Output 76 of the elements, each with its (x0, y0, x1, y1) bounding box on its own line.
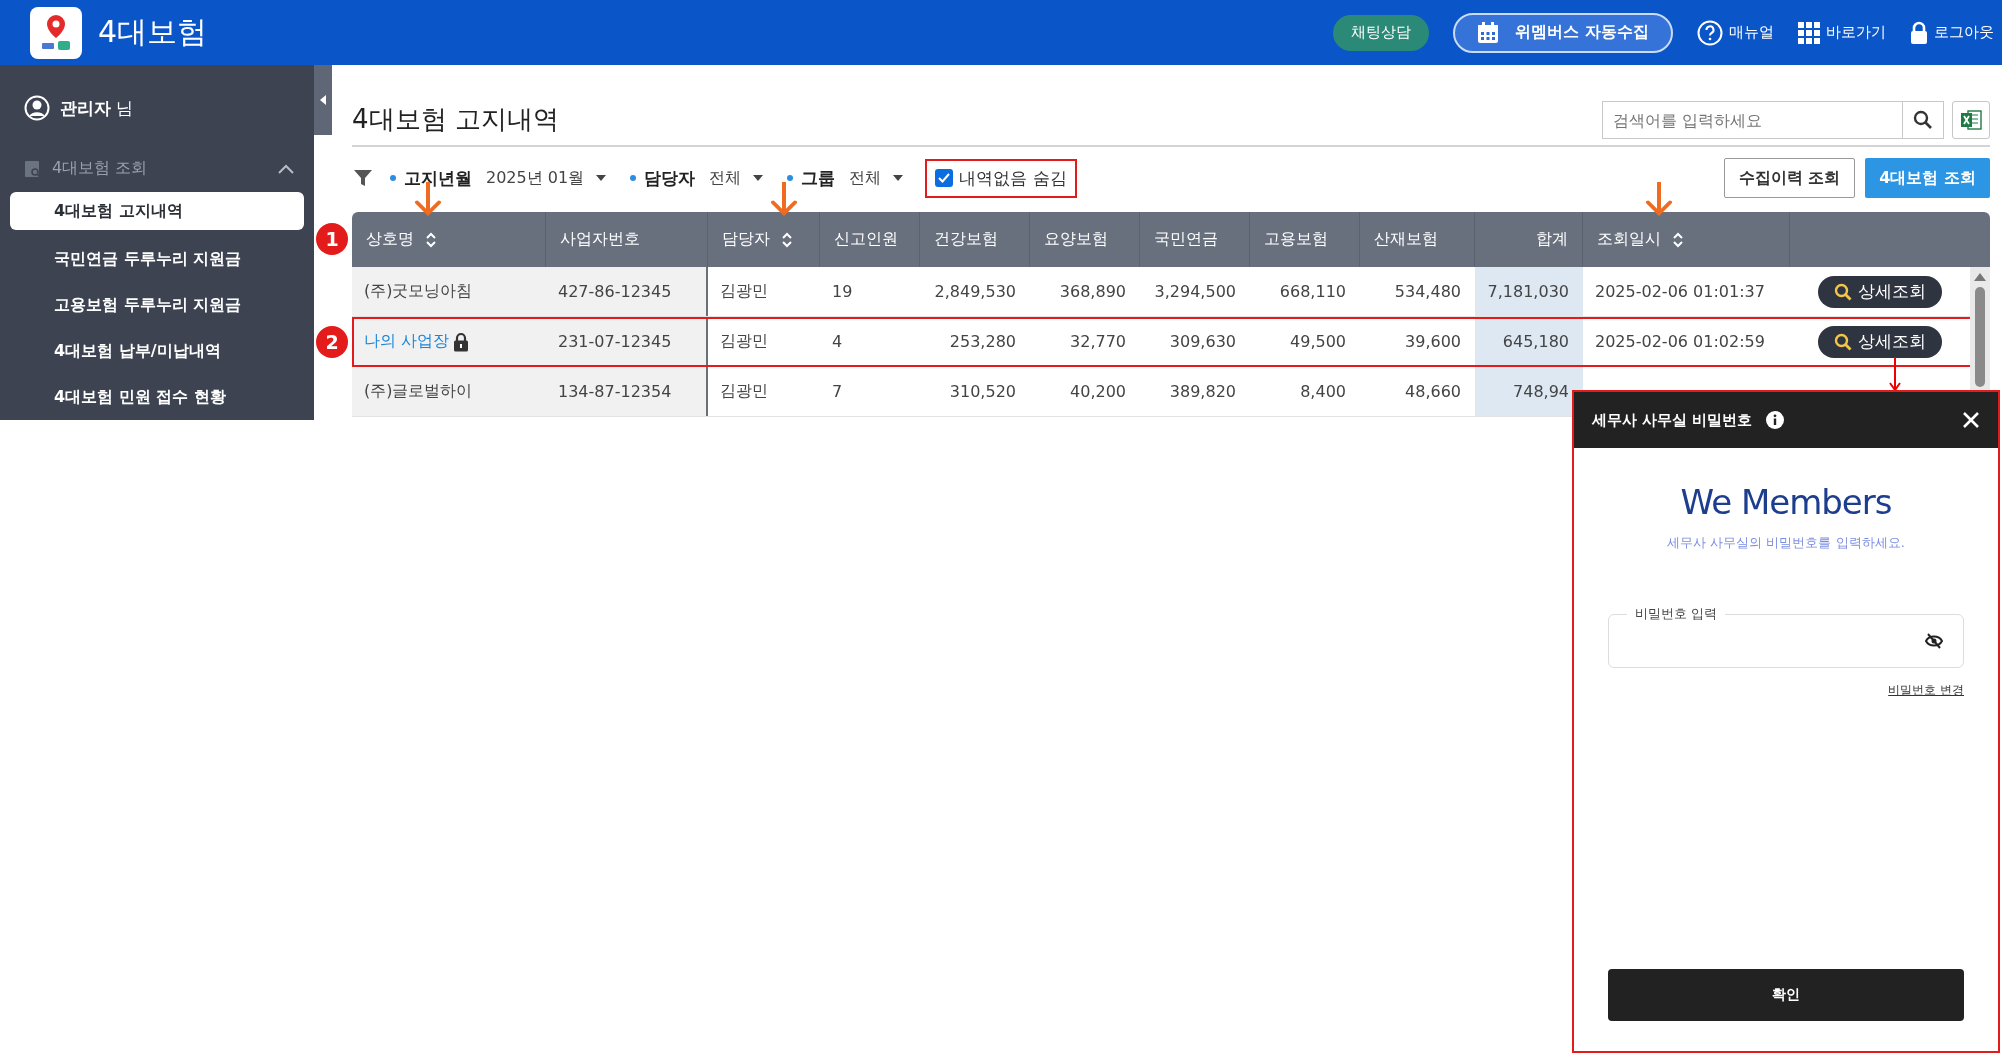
search-icon (1913, 110, 1933, 130)
caret-down-icon (893, 175, 904, 181)
search-icon (1834, 332, 1852, 351)
page-title: 4대보험 고지내역 (352, 103, 559, 136)
sidebar-item[interactable]: 고용보험 두루누리 지원금 (10, 286, 304, 324)
filter-dropdown[interactable]: 전체 (703, 167, 770, 189)
change-password-link[interactable]: 비밀번호 변경 (1888, 682, 1964, 699)
calendar-icon (1477, 21, 1500, 44)
confirm-button[interactable]: 확인 (1608, 969, 1964, 1021)
help-icon (1697, 19, 1723, 46)
chat-button[interactable]: 채팅상담 (1333, 14, 1430, 51)
table-cell: (주)글로벌하이 (352, 367, 546, 416)
grid-icon (1798, 21, 1820, 44)
sort-icon (782, 231, 792, 248)
caret-down-icon (596, 175, 607, 181)
caret-left-icon (319, 95, 327, 105)
scroll-up-icon[interactable] (1974, 273, 1986, 281)
app-title: 4대보험 (98, 13, 208, 51)
user-icon (24, 95, 50, 122)
filter-label: 고지년월 (404, 166, 472, 190)
brand-title: We Members (1680, 482, 1892, 522)
filter-icon (354, 169, 372, 187)
eye-off-icon[interactable] (1925, 633, 1943, 649)
detail-button[interactable]: 상세조회 (1818, 325, 1942, 358)
search-button[interactable] (1902, 101, 1944, 139)
bullet-icon (630, 175, 637, 181)
menu-section[interactable]: 4대보험 조회 (0, 149, 314, 188)
search-icon (1834, 282, 1852, 301)
caret-down-icon (753, 175, 764, 181)
excel-button[interactable] (1952, 101, 1990, 139)
sidebar-item[interactable]: 4대보험 민원 접수 현황 (10, 378, 304, 416)
pointer-arrow-icon (1645, 182, 1673, 216)
step-marker: 1 (316, 223, 348, 255)
filter-dropdown[interactable]: 전체 (843, 167, 910, 189)
dialog-subtitle: 세무사 사무실의 비밀번호를 입력하세요. (1667, 534, 1905, 552)
collapse-handle[interactable] (314, 65, 332, 135)
sidebar-item[interactable]: 국민연금 두루누리 지원금 (10, 240, 304, 278)
dialog-title: 세무사 사무실 비밀번호 (1592, 410, 1753, 430)
close-icon (1962, 411, 1980, 429)
checkmark-icon (938, 173, 951, 183)
auto-collect-button[interactable]: 위멤버스 자동수집 (1453, 12, 1673, 53)
detail-button[interactable]: 상세조회 (1818, 275, 1942, 308)
sort-icon (1673, 231, 1683, 248)
table-cell: 645,180 (1475, 317, 1583, 366)
shortcut-link[interactable]: 바로가기 (1798, 21, 1886, 44)
company-link[interactable]: 나의 사업장 (364, 331, 450, 352)
info-icon (1766, 411, 1785, 429)
manual-link[interactable]: 매뉴얼 (1697, 19, 1774, 46)
step-marker: 2 (316, 325, 348, 358)
search-field[interactable]: 검색어를 입력하세요 (1602, 101, 1902, 139)
lock-icon (1910, 20, 1928, 45)
leader-line (1889, 357, 1901, 391)
sort-icon (426, 231, 436, 248)
history-button[interactable]: 수집이력 조회 (1723, 158, 1856, 198)
bullet-icon (390, 175, 396, 181)
table-cell: 7,181,030 (1475, 267, 1583, 316)
chevron-up-icon (278, 163, 294, 174)
spreadsheet-icon (1959, 108, 1983, 132)
pointer-arrow-icon (770, 182, 798, 216)
table-cell: 231-07-12345 (546, 317, 708, 366)
filter-label: 담당자 (644, 166, 696, 190)
sidebar-item[interactable]: 4대보험 납부/미납내역 (10, 332, 304, 370)
bullet-icon (787, 175, 794, 181)
user-name: 관리자 님 (60, 96, 134, 120)
hide-empty-checkbox[interactable]: 내역없음 숨김 (927, 160, 1075, 196)
logout-link[interactable]: 로그아웃 (1910, 20, 1994, 45)
lock-icon (453, 331, 470, 352)
table-cell: 427-86-12345 (546, 267, 708, 316)
table-cell: 748,94 (1475, 367, 1583, 416)
filter-dropdown[interactable]: 2025년 01월 (480, 167, 613, 189)
table-cell: 134-87-12354 (546, 367, 708, 416)
filter-label: 그룹 (801, 166, 836, 190)
document-search-icon (24, 159, 42, 178)
sidebar-item[interactable]: 4대보험 고지내역 (10, 192, 304, 230)
table-cell: (주)굿모닝아침 (352, 267, 546, 316)
logo-icon (30, 6, 82, 59)
